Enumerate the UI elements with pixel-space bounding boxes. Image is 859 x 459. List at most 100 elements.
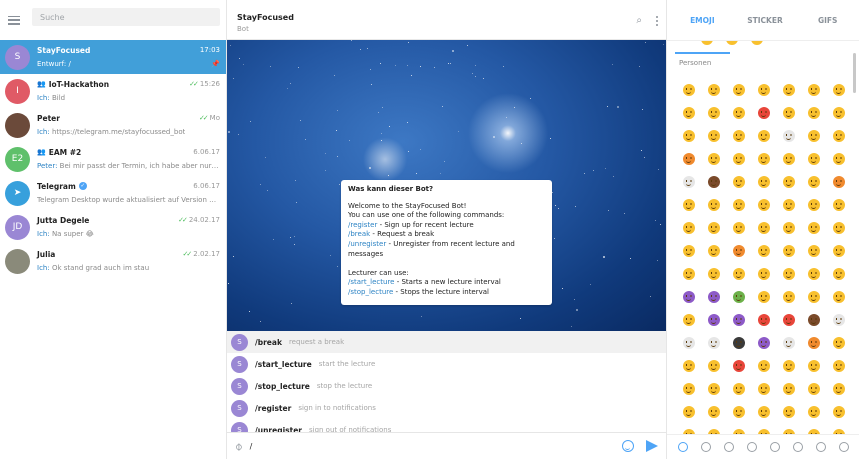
chat-list-item[interactable]: Peter ✓✓ Mo Ich: https://telegram.me/stayfo… [0,108,226,142]
emoji-icon[interactable] [701,331,726,354]
emoji-icon[interactable] [751,400,776,423]
emoji-icon[interactable] [826,331,851,354]
emoji-icon[interactable] [726,78,751,101]
tab-gifs[interactable]: GIFS [796,16,859,40]
emoji-icon[interactable] [676,423,701,434]
emoji-icon[interactable] [701,308,726,331]
emoji-icon[interactable] [751,101,776,124]
emoji-icon[interactable] [676,239,701,262]
emoji-scroll-area[interactable]: Personen [667,40,859,434]
emoji-icon[interactable] [776,423,801,434]
emoji-icon[interactable] [826,262,851,285]
command-suggestion[interactable]: S/break request a break [227,331,666,353]
emoji-icon[interactable] [801,331,826,354]
emoji-icon[interactable] [676,170,701,193]
emoji-icon[interactable] [726,147,751,170]
symbol-icon[interactable] [838,442,849,452]
chat-list-item[interactable]: ➤ Telegram ✓ 6.06.17 Telegram Desktop wurde … [0,176,226,210]
emoji-icon[interactable] [676,193,701,216]
emoji-icon[interactable] [676,377,701,400]
emoji-icon[interactable] [776,124,801,147]
emoji-icon[interactable] [776,170,801,193]
emoji-icon[interactable] [726,262,751,285]
command-link[interactable]: /break [348,230,370,238]
emoji-icon[interactable] [776,147,801,170]
emoji-icon[interactable] [676,101,701,124]
emoji-icon[interactable] [676,147,701,170]
emoji-icon[interactable] [801,285,826,308]
emoji-icon[interactable] [726,377,751,400]
emoji-icon[interactable] [751,193,776,216]
emoji-icon[interactable] [826,239,851,262]
object-icon[interactable] [815,442,826,452]
emoji-icon[interactable] [726,124,751,147]
emoji-icon[interactable] [701,78,726,101]
emoji-icon[interactable] [676,400,701,423]
emoji-icon[interactable] [726,170,751,193]
emoji-icon[interactable] [776,216,801,239]
emoji-icon[interactable] [751,354,776,377]
animal-icon[interactable] [723,442,734,452]
emoji-icon[interactable] [776,308,801,331]
emoji-icon[interactable] [751,285,776,308]
menu-icon[interactable] [8,15,20,25]
emoji-icon[interactable] [826,377,851,400]
chat-list-item[interactable]: I 👥 IoT-Hackathon ✓✓ 15:26 Ich: Bild [0,74,226,108]
emoji-icon[interactable] [776,262,801,285]
emoji-icon[interactable] [751,331,776,354]
emoji-icon[interactable] [826,354,851,377]
emoji-icon[interactable] [801,400,826,423]
emoji-icon[interactable] [622,440,634,452]
emoji-icon[interactable] [726,216,751,239]
tab-sticker[interactable]: STICKER [734,16,797,40]
command-link[interactable]: /unregister [348,240,386,248]
emoji-icon[interactable] [676,124,701,147]
emoji-icon[interactable] [701,400,726,423]
emoji-icon[interactable] [676,262,701,285]
emoji-icon[interactable] [676,308,701,331]
emoji-icon[interactable] [801,216,826,239]
command-suggestion[interactable]: S/register sign in to notifications [227,397,666,419]
chat-header[interactable]: StayFocused Bot ⌕ [227,0,666,40]
emoji-icon[interactable] [801,262,826,285]
emoji-icon[interactable] [801,124,826,147]
emoji-icon[interactable] [801,101,826,124]
command-suggestion[interactable]: S/stop_lecture stop the lecture [227,375,666,397]
emoji-icon[interactable] [726,101,751,124]
chat-list-item[interactable]: JD Jutta Degele ✓✓ 24.02.17 Ich: Na super 😂 [0,210,226,244]
emoji-icon[interactable] [826,78,851,101]
emoji-icon[interactable] [776,377,801,400]
emoji-icon[interactable] [701,216,726,239]
emoji-icon[interactable] [701,193,726,216]
emoji-icon[interactable] [826,423,851,434]
emoji-icon[interactable] [701,285,726,308]
emoji-icon[interactable] [676,331,701,354]
emoji-icon[interactable] [801,377,826,400]
command-suggestion[interactable]: S/unregister sign out of notifications [227,419,666,432]
activity-icon[interactable] [769,442,780,452]
emoji-icon[interactable] [751,170,776,193]
more-options-icon[interactable] [656,15,658,26]
send-icon[interactable] [646,440,658,452]
emoji-icon[interactable] [826,170,851,193]
emoji-icon[interactable] [776,101,801,124]
food-icon[interactable] [746,442,757,452]
emoji-icon[interactable] [701,124,726,147]
emoji-icon[interactable] [701,423,726,434]
emoji-icon[interactable] [801,308,826,331]
emoji-icon[interactable] [701,377,726,400]
emoji-icon[interactable] [801,78,826,101]
tab-emoji[interactable]: EMOJI [671,16,734,54]
search-input[interactable]: Suche [32,8,220,26]
travel-icon[interactable] [792,442,803,452]
emoji-icon[interactable] [726,285,751,308]
emoji-icon[interactable] [801,193,826,216]
chat-list-item[interactable]: Julia ✓✓ 2.02.17 Ich: Ok stand grad auch im… [0,244,226,278]
message-input[interactable]: / [250,442,622,451]
emoji-icon[interactable] [676,78,701,101]
emoji-icon[interactable] [801,239,826,262]
emoji-icon[interactable] [726,308,751,331]
emoji-icon[interactable] [726,400,751,423]
search-icon[interactable]: ⌕ [636,15,642,26]
emoji-icon[interactable] [826,193,851,216]
